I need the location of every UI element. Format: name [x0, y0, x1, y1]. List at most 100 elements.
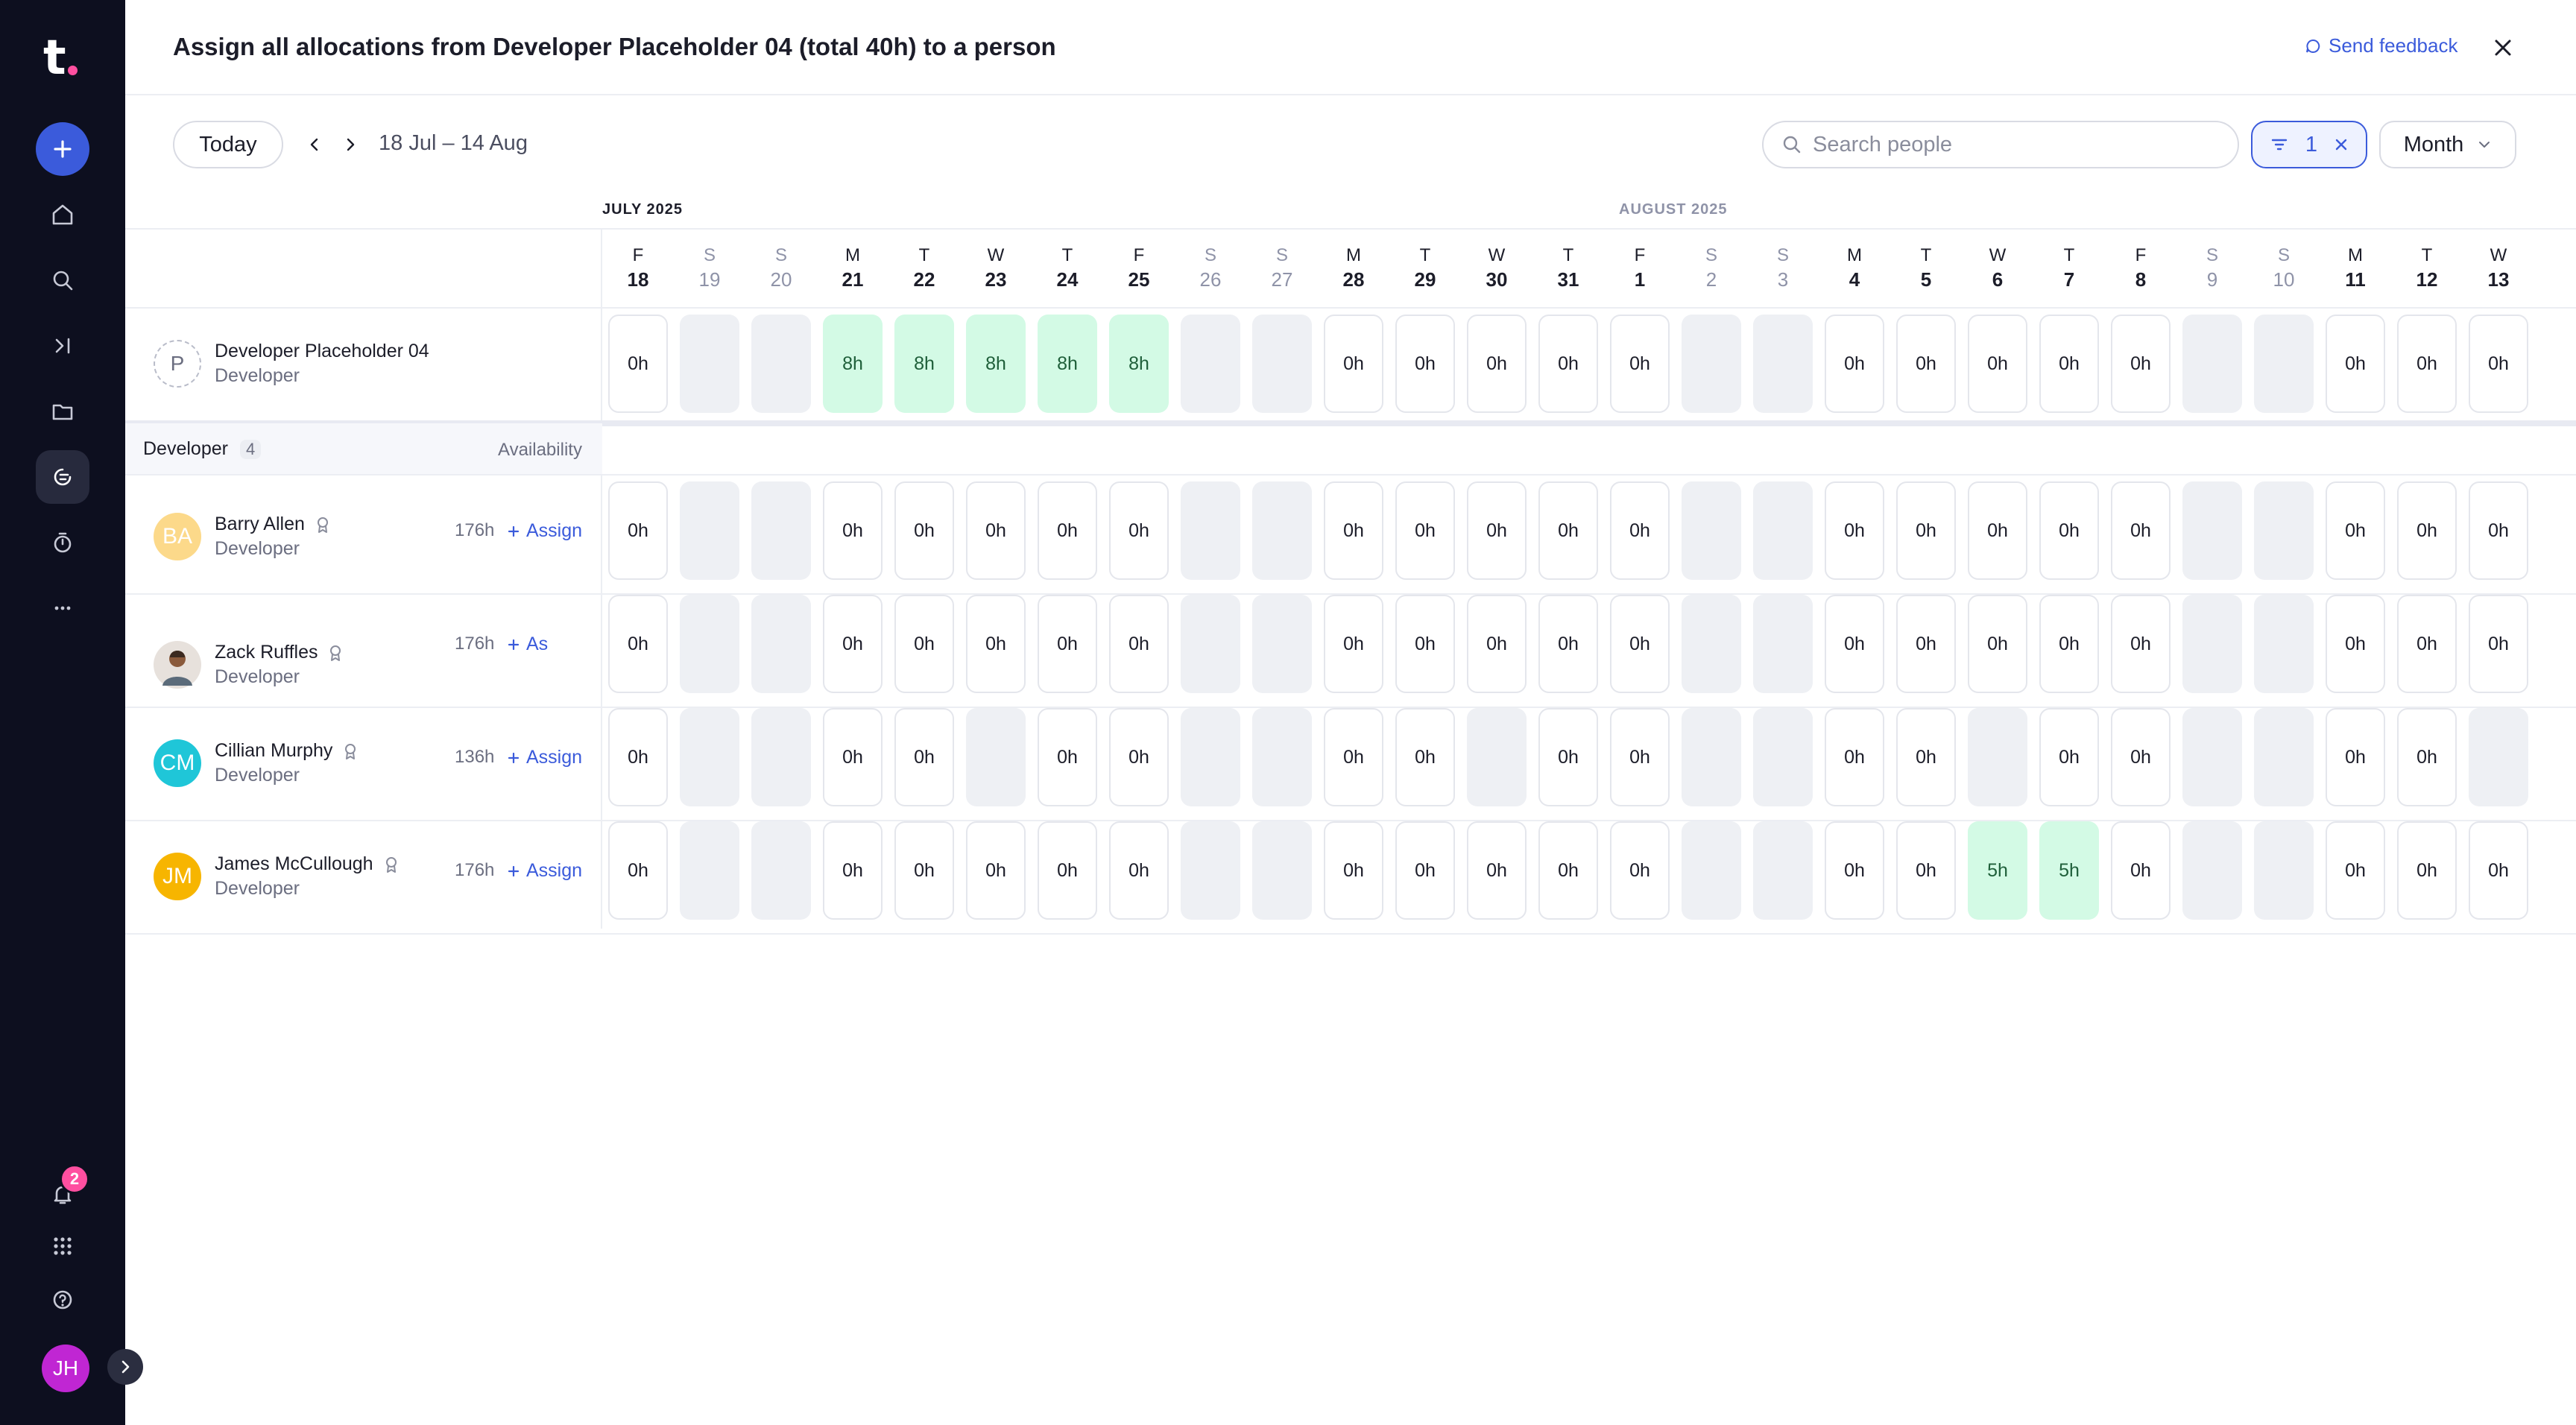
allocation-cell[interactable]: 0h — [1109, 595, 1169, 693]
allocation-cell[interactable]: 0h — [2397, 595, 2457, 693]
clear-filter-icon[interactable] — [2333, 136, 2349, 153]
allocation-cell[interactable]: 0h — [1825, 315, 1884, 413]
nav-apps[interactable] — [36, 1219, 89, 1273]
allocation-cell[interactable]: 0h — [823, 708, 883, 806]
create-button[interactable] — [36, 122, 89, 176]
allocation-cell[interactable]: 8h — [894, 315, 954, 413]
allocation-cell[interactable]: 0h — [1896, 315, 1956, 413]
search-people-box[interactable] — [1762, 121, 2239, 168]
allocation-cell[interactable]: 0h — [2039, 481, 2099, 580]
allocation-cell[interactable]: 0h — [1467, 595, 1527, 693]
allocation-cell[interactable]: 5h — [1968, 821, 2027, 920]
nav-schedule[interactable] — [36, 450, 89, 504]
allocation-cell[interactable]: 0h — [2039, 595, 2099, 693]
allocation-cell[interactable]: 0h — [1538, 708, 1598, 806]
allocation-cell[interactable]: 0h — [1968, 481, 2027, 580]
allocation-cell[interactable]: 0h — [1395, 481, 1455, 580]
app-logo[interactable]: t — [43, 34, 88, 85]
allocation-cell[interactable]: 0h — [1038, 821, 1097, 920]
allocation-cell[interactable]: 0h — [966, 595, 1026, 693]
allocation-cell[interactable]: 0h — [608, 821, 668, 920]
allocation-cell[interactable] — [966, 708, 1026, 806]
allocation-cell[interactable]: 0h — [2039, 315, 2099, 413]
allocation-cell[interactable]: 0h — [2397, 708, 2457, 806]
allocation-cell[interactable]: 0h — [1109, 481, 1169, 580]
allocation-cell[interactable]: 0h — [1109, 821, 1169, 920]
nav-projects[interactable] — [36, 385, 89, 438]
allocation-cell[interactable]: 0h — [1538, 821, 1598, 920]
allocation-cell[interactable]: 0h — [2326, 821, 2385, 920]
allocation-cell[interactable]: 0h — [1467, 315, 1527, 413]
allocation-cell[interactable]: 0h — [823, 481, 883, 580]
allocation-cell[interactable]: 0h — [2111, 595, 2171, 693]
next-period-button[interactable] — [337, 131, 364, 158]
allocation-cell[interactable] — [1467, 708, 1527, 806]
close-button[interactable] — [2485, 30, 2521, 66]
allocation-cell[interactable]: 0h — [1395, 821, 1455, 920]
allocation-cell[interactable]: 0h — [1038, 481, 1097, 580]
allocation-cell[interactable]: 0h — [2111, 821, 2171, 920]
nav-home[interactable] — [36, 188, 89, 241]
allocation-cell[interactable]: 0h — [823, 595, 883, 693]
assign-button[interactable]: Assign — [507, 860, 582, 882]
allocation-cell[interactable]: 8h — [1109, 315, 1169, 413]
allocation-cell[interactable]: 0h — [894, 481, 954, 580]
expand-sidebar-button[interactable] — [107, 1349, 143, 1385]
allocation-cell[interactable]: 0h — [1825, 708, 1884, 806]
allocation-cell[interactable]: 0h — [608, 481, 668, 580]
nav-search[interactable] — [36, 253, 89, 307]
allocation-cell[interactable]: 0h — [1538, 595, 1598, 693]
allocation-cell[interactable]: 0h — [966, 821, 1026, 920]
allocation-cell[interactable]: 0h — [1825, 595, 1884, 693]
nav-help[interactable] — [36, 1273, 89, 1327]
allocation-cell[interactable]: 0h — [2111, 315, 2171, 413]
allocation-cell[interactable]: 0h — [1324, 708, 1383, 806]
allocation-cell[interactable]: 8h — [823, 315, 883, 413]
allocation-cell[interactable]: 0h — [1324, 315, 1383, 413]
allocation-cell[interactable]: 0h — [608, 315, 668, 413]
allocation-cell[interactable]: 0h — [1324, 821, 1383, 920]
allocation-cell[interactable]: 0h — [1610, 595, 1670, 693]
allocation-cell[interactable]: 8h — [1038, 315, 1097, 413]
allocation-cell[interactable]: 0h — [2111, 708, 2171, 806]
allocation-cell[interactable]: 0h — [2469, 595, 2528, 693]
nav-more[interactable] — [36, 581, 89, 635]
allocation-cell[interactable]: 0h — [2326, 481, 2385, 580]
allocation-cell[interactable]: 0h — [2397, 481, 2457, 580]
allocation-cell[interactable]: 0h — [1395, 595, 1455, 693]
allocation-cell[interactable]: 0h — [2469, 481, 2528, 580]
allocation-cell[interactable]: 0h — [2326, 708, 2385, 806]
nav-timer[interactable] — [36, 516, 89, 569]
allocation-cell[interactable] — [1968, 708, 2027, 806]
allocation-cell[interactable]: 0h — [1324, 595, 1383, 693]
allocation-cell[interactable]: 0h — [1538, 481, 1598, 580]
allocation-cell[interactable]: 0h — [2469, 315, 2528, 413]
allocation-cell[interactable]: 0h — [823, 821, 883, 920]
allocation-cell[interactable]: 0h — [2039, 708, 2099, 806]
allocation-cell[interactable]: 0h — [894, 708, 954, 806]
today-button[interactable]: Today — [173, 121, 283, 168]
nav-collapse[interactable] — [36, 319, 89, 373]
allocation-cell[interactable]: 0h — [1038, 595, 1097, 693]
view-select[interactable]: Month — [2379, 121, 2516, 168]
user-avatar[interactable]: JH — [42, 1345, 89, 1392]
previous-period-button[interactable] — [301, 131, 328, 158]
assign-button[interactable]: Assign — [507, 520, 582, 542]
allocation-cell[interactable]: 0h — [966, 481, 1026, 580]
allocation-cell[interactable]: 0h — [1038, 708, 1097, 806]
allocation-cell[interactable]: 0h — [2397, 315, 2457, 413]
allocation-cell[interactable]: 8h — [966, 315, 1026, 413]
allocation-cell[interactable]: 0h — [1825, 821, 1884, 920]
allocation-cell[interactable]: 0h — [894, 821, 954, 920]
allocation-cell[interactable]: 0h — [608, 595, 668, 693]
allocation-cell[interactable]: 0h — [1467, 481, 1527, 580]
allocation-cell[interactable]: 0h — [608, 708, 668, 806]
allocation-cell[interactable] — [2469, 708, 2528, 806]
assign-button[interactable]: Assign — [507, 747, 582, 768]
allocation-cell[interactable]: 0h — [1610, 708, 1670, 806]
allocation-cell[interactable]: 0h — [1324, 481, 1383, 580]
allocation-cell[interactable]: 0h — [1610, 821, 1670, 920]
allocation-cell[interactable]: 0h — [1896, 595, 1956, 693]
allocation-cell[interactable]: 5h — [2039, 821, 2099, 920]
filter-chip[interactable]: 1 — [2251, 121, 2367, 168]
